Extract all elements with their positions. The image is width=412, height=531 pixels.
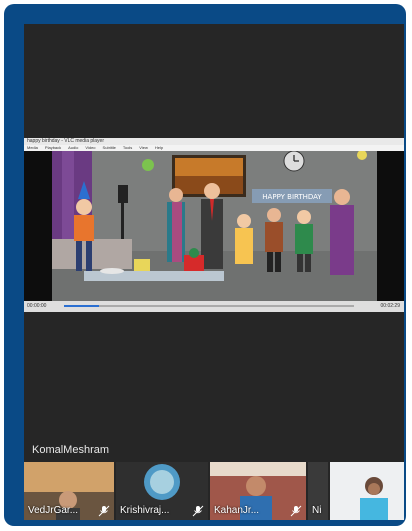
mic-muted-icon: [290, 505, 302, 517]
mic-muted-icon: [98, 505, 110, 517]
participant-name: Krishivraj...: [120, 505, 170, 516]
seek-progress: [64, 305, 99, 307]
shared-screen-video[interactable]: happy birthday - VLC media player Media …: [24, 138, 404, 312]
seek-bar[interactable]: [64, 305, 354, 307]
participant-tile[interactable]: VedJrGar...: [24, 462, 114, 520]
cartoon-scene: HAPPY BIRTHDAY: [24, 151, 404, 301]
meeting-screen: happy birthday - VLC media player Media …: [24, 24, 404, 520]
participant-tile[interactable]: Ni: [308, 462, 328, 520]
elapsed-time: 00:00:00: [27, 303, 47, 309]
participant-name: VedJrGar...: [28, 505, 79, 516]
player-controls: 00:00:00 00:02:29: [24, 301, 404, 312]
participant-video: [330, 462, 404, 520]
total-time: 00:02:29: [380, 303, 400, 309]
mic-muted-icon: [192, 505, 204, 517]
participant-tile[interactable]: [330, 462, 404, 520]
participant-strip: VedJrGar... Krishivraj... KahanJr... Ni: [24, 444, 404, 520]
participant-tile[interactable]: KahanJr...: [210, 462, 306, 520]
participant-name: Ni: [312, 505, 322, 516]
birthday-banner: HAPPY BIRTHDAY: [262, 193, 322, 201]
participant-tile[interactable]: Krishivraj...: [116, 462, 208, 520]
participant-name: KahanJr...: [214, 505, 260, 516]
player-title-bar: happy birthday - VLC media player: [24, 138, 404, 145]
device-frame: happy birthday - VLC media player Media …: [4, 4, 406, 526]
birthday-party-illustration: HAPPY BIRTHDAY: [24, 151, 404, 301]
